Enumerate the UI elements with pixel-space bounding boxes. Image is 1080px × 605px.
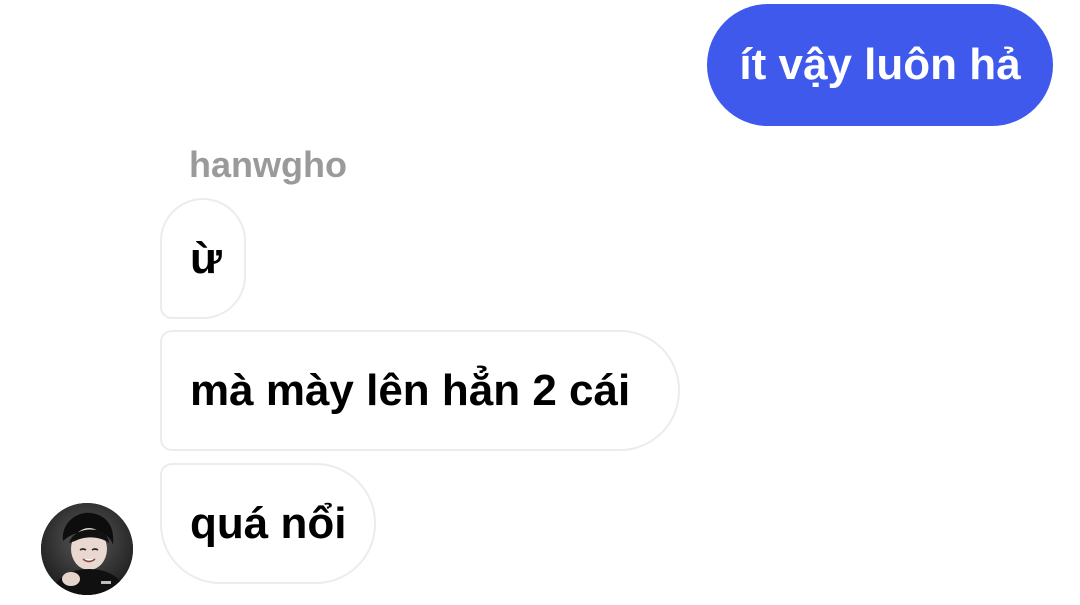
received-message-bubble[interactable]: quá nổi (160, 463, 376, 584)
user-avatar-photo-icon (41, 503, 133, 595)
received-message-bubble[interactable]: mà mày lên hẳn 2 cái (160, 330, 680, 451)
message-text: quá nổi (190, 498, 347, 548)
message-text: ừ (190, 233, 222, 283)
received-message-bubble[interactable]: ừ (160, 198, 246, 319)
sent-message-bubble[interactable]: ít vậy luôn hả (707, 4, 1053, 126)
sender-name-label: hanwgho (189, 144, 347, 185)
sender-avatar[interactable] (41, 503, 133, 595)
message-text: mà mày lên hẳn 2 cái (190, 365, 631, 415)
chat-thread: ít vậy luôn hả hanwgho ừ mà mày lên hẳn … (0, 0, 1080, 605)
